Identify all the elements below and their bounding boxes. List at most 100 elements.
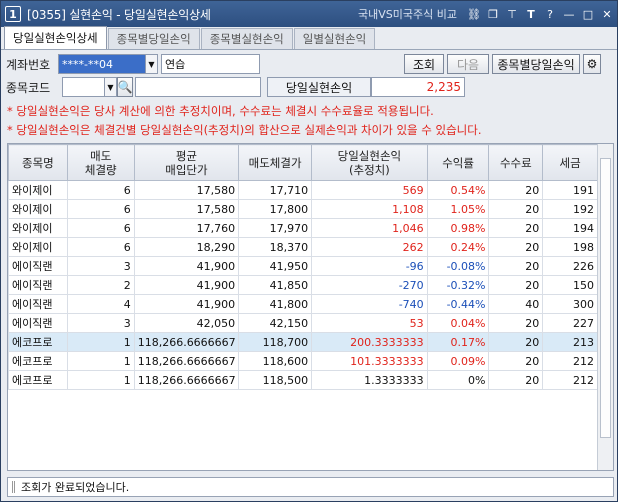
tab-realized-by-stock[interactable]: 종목별실현손익	[200, 28, 293, 49]
table-cell-avg: 42,050	[133, 313, 240, 333]
table-cell-fee: 20	[488, 351, 544, 371]
table-cell-sell: 118,600	[238, 351, 313, 371]
table-row[interactable]: 와이제이 6 17,580 17,800 1,108 1.05% 20 192	[8, 199, 598, 219]
minimize-icon[interactable]: —	[563, 8, 575, 21]
vertical-scrollbar[interactable]	[597, 144, 613, 470]
table-cell-rate: -0.08%	[426, 256, 490, 276]
table-cell-fee: 20	[488, 313, 544, 333]
font-icon[interactable]: T	[525, 8, 537, 21]
table-row[interactable]: 에이직랜 4 41,900 41,800 -740 -0.44% 40 300	[8, 294, 598, 314]
table-cell-avg: 118,266.6666667	[133, 351, 240, 371]
table-cell-sell: 118,500	[238, 370, 313, 390]
table-cell-sell: 42,150	[238, 313, 313, 333]
column-header[interactable]: 매도 체결량	[66, 144, 135, 181]
table-cell-pl: 1,108	[311, 199, 428, 219]
table-cell-qty: 2	[66, 275, 135, 295]
table-cell-fee: 20	[488, 199, 544, 219]
detail-grid: 종목명 매도 체결량 평균 매입단가 매도체결가 당일실현손익 (추정치) 수익률 수수료 세금 와…	[7, 143, 614, 471]
link-icon[interactable]: ⛓	[467, 8, 481, 21]
stock-code-input[interactable]	[62, 77, 105, 97]
compare-link[interactable]: 국내VS미국주식 비교	[358, 6, 457, 22]
table-row[interactable]: 에코프로 1 118,266.6666667 118,700 200.3333333 0.…	[8, 332, 598, 352]
table-cell-rate: 1.05%	[426, 199, 490, 219]
table-cell-avg: 17,580	[133, 180, 240, 200]
table-row[interactable]: 에이직랜 2 41,900 41,850 -270 -0.32% 20 150	[8, 275, 598, 295]
column-header[interactable]: 수수료	[488, 144, 544, 181]
notice-estimate: * 당일실현손익은 당사 계산에 의한 추정치이며, 수수료는 체결시 수수료율…	[7, 104, 434, 118]
title-bar: 1 [0355] 실현손익 - 당일실현손익상세 국내VS미국주식 비교 ⛓ ❐…	[1, 1, 617, 27]
column-header[interactable]: 수익률	[426, 144, 490, 181]
tab-bar: 당일실현손익상세 종목별당일손익 종목별실현손익 일별실현손익	[1, 26, 617, 50]
table-cell-pl: -270	[311, 275, 428, 295]
status-bar: 조회가 완료되었습니다.	[7, 477, 614, 497]
status-message: 조회가 완료되었습니다.	[21, 481, 130, 494]
table-cell-sell: 17,970	[238, 218, 313, 238]
table-cell-qty: 6	[66, 180, 135, 200]
column-header[interactable]: 매도체결가	[238, 144, 313, 181]
table-cell-tax: 198	[542, 237, 598, 257]
stock-code-dropdown-icon[interactable]: ▼	[105, 77, 117, 97]
table-cell-name: 와이제이	[8, 199, 68, 219]
table-cell-tax: 194	[542, 218, 598, 238]
table-cell-rate: 0%	[426, 370, 490, 390]
close-icon[interactable]: ✕	[601, 8, 613, 21]
table-row[interactable]: 에코프로 1 118,266.6666667 118,500 1.3333333 0% 20…	[8, 370, 598, 390]
screen-number-badge: 1	[5, 6, 21, 22]
table-cell-qty: 6	[66, 218, 135, 238]
table-row[interactable]: 와이제이 6 18,290 18,370 262 0.24% 20 198	[8, 237, 598, 257]
table-cell-rate: 0.17%	[426, 332, 490, 352]
table-cell-pl: 262	[311, 237, 428, 257]
tab-daily-realized-detail[interactable]: 당일실현손익상세	[4, 26, 107, 49]
table-cell-pl: -740	[311, 294, 428, 314]
table-row[interactable]: 에이직랜 3 41,900 41,950 -96 -0.08% 20 226	[8, 256, 598, 276]
table-cell-fee: 40	[488, 294, 544, 314]
table-row[interactable]: 와이제이 6 17,580 17,710 569 0.54% 20 191	[8, 180, 598, 200]
table-row[interactable]: 에코프로 1 118,266.6666667 118,600 101.3333333 0.…	[8, 351, 598, 371]
table-cell-avg: 17,580	[133, 199, 240, 219]
table-cell-tax: 226	[542, 256, 598, 276]
table-cell-pl: 200.3333333	[311, 332, 428, 352]
table-cell-rate: 0.98%	[426, 218, 490, 238]
table-cell-pl: -96	[311, 256, 428, 276]
daily-profit-label: 당일실현손익	[267, 77, 371, 97]
gear-icon[interactable]: ⚙	[583, 54, 601, 74]
stock-name-field	[135, 77, 261, 97]
column-header[interactable]: 당일실현손익 (추정치)	[311, 144, 428, 181]
restore-icon[interactable]: ❐	[487, 8, 499, 21]
table-cell-rate: -0.32%	[426, 275, 490, 295]
code-row: 종목코드 ▼ 🔍 당일실현손익 2,235	[6, 77, 465, 97]
table-cell-name: 와이제이	[8, 237, 68, 257]
table-cell-pl: 101.3333333	[311, 351, 428, 371]
table-cell-name: 에코프로	[8, 370, 68, 390]
table-cell-name: 와이제이	[8, 218, 68, 238]
tab-daily-by-stock[interactable]: 종목별당일손익	[107, 28, 200, 49]
next-button[interactable]: 다음	[447, 54, 489, 74]
account-row: 계좌번호 ****-**04 ▼ 연습 조회 다음 종목별당일손익 ⚙	[6, 54, 601, 74]
table-cell-fee: 20	[488, 180, 544, 200]
table-row[interactable]: 에이직랜 3 42,050 42,150 53 0.04% 20 227	[8, 313, 598, 333]
column-header[interactable]: 평균 매입단가	[133, 144, 240, 181]
table-row[interactable]: 와이제이 6 17,760 17,970 1,046 0.98% 20 194	[8, 218, 598, 238]
search-icon[interactable]: 🔍	[117, 77, 133, 97]
stock-daily-profit-button[interactable]: 종목별당일손익	[492, 54, 580, 74]
table-cell-name: 에코프로	[8, 332, 68, 352]
table-cell-qty: 1	[66, 351, 135, 371]
account-dropdown-icon[interactable]: ▼	[146, 54, 158, 74]
table-cell-sell: 41,800	[238, 294, 313, 314]
column-header[interactable]: 세금	[542, 144, 598, 181]
table-cell-name: 에이직랜	[8, 275, 68, 295]
tab-daily-realized[interactable]: 일별실현손익	[293, 28, 376, 49]
table-cell-tax: 191	[542, 180, 598, 200]
table-cell-tax: 212	[542, 370, 598, 390]
help-icon[interactable]: ?	[544, 8, 556, 21]
scrollbar-thumb[interactable]	[600, 158, 611, 438]
table-cell-qty: 3	[66, 313, 135, 333]
pin-icon[interactable]: ⊤	[506, 8, 518, 21]
table-cell-fee: 20	[488, 256, 544, 276]
table-cell-fee: 20	[488, 275, 544, 295]
maximize-icon[interactable]: □	[582, 8, 594, 21]
column-header[interactable]: 종목명	[8, 144, 68, 181]
table-cell-name: 에코프로	[8, 351, 68, 371]
account-number-field[interactable]: ****-**04	[58, 54, 146, 74]
query-button[interactable]: 조회	[404, 54, 444, 74]
